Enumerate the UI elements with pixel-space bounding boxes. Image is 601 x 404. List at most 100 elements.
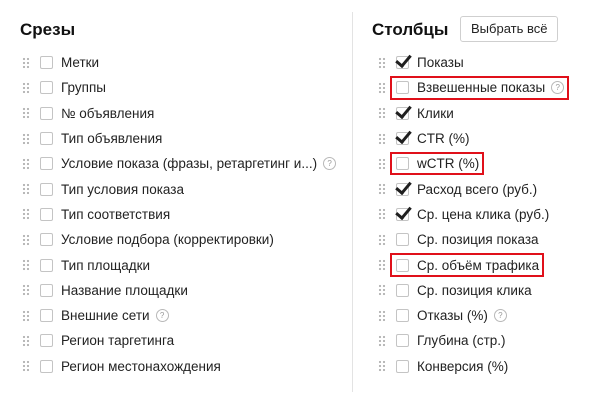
checkbox-checked[interactable] bbox=[396, 56, 409, 70]
checkbox[interactable] bbox=[40, 233, 53, 247]
slice-item-row[interactable]: Условие подбора (корректировки) bbox=[0, 227, 352, 252]
column-item-label: Ср. позиция показа bbox=[417, 232, 539, 248]
slice-item-label: Тип соответствия bbox=[61, 206, 171, 222]
slice-item-label: № объявления bbox=[61, 105, 155, 121]
checkbox[interactable] bbox=[40, 258, 53, 272]
drag-handle-icon[interactable] bbox=[22, 208, 30, 221]
slice-item-row[interactable]: Регион местонахождения bbox=[0, 354, 352, 379]
slices-list: Метки Группы № объявления Тип объявления Усл… bbox=[0, 50, 352, 379]
slice-item-row[interactable]: Тип объявления bbox=[0, 126, 352, 151]
checkbox[interactable] bbox=[40, 309, 53, 323]
drag-handle-icon[interactable] bbox=[378, 183, 386, 196]
drag-handle-icon[interactable] bbox=[22, 233, 30, 246]
drag-handle-icon[interactable] bbox=[22, 81, 30, 94]
drag-handle-icon[interactable] bbox=[378, 334, 386, 347]
slice-item-row[interactable]: № объявления bbox=[0, 101, 352, 126]
column-item-row[interactable]: Ср. цена клика (руб.) bbox=[353, 202, 601, 227]
drag-handle-icon[interactable] bbox=[22, 132, 30, 145]
column-item-row[interactable]: Ср. объём трафика bbox=[353, 252, 601, 277]
checkbox[interactable] bbox=[396, 258, 409, 272]
column-item-row[interactable]: CTR (%) bbox=[353, 126, 601, 151]
checkbox[interactable] bbox=[396, 309, 409, 323]
slice-item-row[interactable]: Метки bbox=[0, 50, 352, 75]
column-item-label: Отказы (%) bbox=[417, 308, 488, 324]
checkbox-checked[interactable] bbox=[396, 132, 409, 146]
checkbox[interactable] bbox=[40, 283, 53, 297]
checkbox-checked[interactable] bbox=[396, 207, 409, 221]
checkbox[interactable] bbox=[40, 132, 53, 146]
column-item-row[interactable]: Конверсия (%) bbox=[353, 354, 601, 379]
drag-handle-icon[interactable] bbox=[378, 233, 386, 246]
drag-handle-icon[interactable] bbox=[378, 81, 386, 94]
checkbox-checked[interactable] bbox=[396, 182, 409, 196]
column-item-row[interactable]: Клики bbox=[353, 101, 601, 126]
slice-item-row[interactable]: Тип условия показа bbox=[0, 176, 352, 201]
checkbox[interactable] bbox=[40, 81, 53, 95]
column-item-row[interactable]: Показы bbox=[353, 50, 601, 75]
drag-handle-icon[interactable] bbox=[22, 183, 30, 196]
drag-handle-icon[interactable] bbox=[22, 56, 30, 69]
drag-handle-icon[interactable] bbox=[378, 360, 386, 373]
slice-item-row[interactable]: Название площадки bbox=[0, 278, 352, 303]
checkbox[interactable] bbox=[396, 334, 409, 348]
column-item-row[interactable]: Ср. позиция показа bbox=[353, 227, 601, 252]
drag-handle-icon[interactable] bbox=[22, 157, 30, 170]
column-item-label: Ср. позиция клика bbox=[417, 282, 532, 298]
slice-item-row[interactable]: Группы bbox=[0, 75, 352, 100]
column-item-row[interactable]: Ср. позиция клика bbox=[353, 278, 601, 303]
drag-handle-icon[interactable] bbox=[22, 107, 30, 120]
checkbox[interactable] bbox=[40, 207, 53, 221]
columns-panel: Столбцы Выбрать всё Показы Взвешенные пок… bbox=[353, 0, 601, 404]
drag-handle-icon[interactable] bbox=[378, 208, 386, 221]
slice-item-row[interactable]: Тип площадки bbox=[0, 252, 352, 277]
checkbox[interactable] bbox=[40, 182, 53, 196]
drag-handle-icon[interactable] bbox=[378, 259, 386, 272]
checkbox[interactable] bbox=[40, 106, 53, 120]
select-all-button[interactable]: Выбрать всё bbox=[460, 16, 559, 42]
question-circle-icon[interactable]: ? bbox=[551, 81, 565, 95]
column-item-label: Клики bbox=[417, 105, 454, 121]
drag-handle-icon[interactable] bbox=[378, 56, 386, 69]
checkbox[interactable] bbox=[396, 81, 409, 95]
checkbox[interactable] bbox=[40, 359, 53, 373]
drag-handle-icon[interactable] bbox=[22, 309, 30, 322]
checkbox[interactable] bbox=[396, 157, 409, 171]
checkbox-checked[interactable] bbox=[396, 106, 409, 120]
drag-handle-icon[interactable] bbox=[378, 157, 386, 170]
checkbox[interactable] bbox=[396, 283, 409, 297]
drag-handle-icon[interactable] bbox=[22, 334, 30, 347]
slices-title: Срезы bbox=[20, 20, 76, 39]
column-item-row[interactable]: Взвешенные показы? bbox=[353, 75, 601, 100]
column-item-row[interactable]: Глубина (стр.) bbox=[353, 328, 601, 353]
slice-item-label: Метки bbox=[61, 55, 100, 71]
slice-item-row[interactable]: Внешние сети? bbox=[0, 303, 352, 328]
question-circle-icon[interactable]: ? bbox=[323, 157, 337, 171]
drag-handle-icon[interactable] bbox=[378, 284, 386, 297]
slice-item-label: Тип площадки bbox=[61, 257, 151, 273]
column-item-row[interactable]: wCTR (%) bbox=[353, 151, 601, 176]
drag-handle-icon[interactable] bbox=[378, 309, 386, 322]
drag-handle-icon[interactable] bbox=[22, 284, 30, 297]
drag-handle-icon[interactable] bbox=[378, 107, 386, 120]
checkbox[interactable] bbox=[396, 233, 409, 247]
column-item-label: Взвешенные показы bbox=[417, 80, 546, 96]
checkbox[interactable] bbox=[396, 359, 409, 373]
slice-item-row[interactable]: Условие показа (фразы, ретаргетинг и...)… bbox=[0, 151, 352, 176]
slice-item-label: Внешние сети bbox=[61, 308, 150, 324]
column-item-row[interactable]: Расход всего (руб.) bbox=[353, 176, 601, 201]
drag-handle-icon[interactable] bbox=[22, 360, 30, 373]
column-item-label: Конверсия (%) bbox=[417, 358, 509, 374]
question-circle-icon[interactable]: ? bbox=[155, 309, 169, 323]
question-circle-icon[interactable]: ? bbox=[493, 309, 507, 323]
slice-item-row[interactable]: Тип соответствия bbox=[0, 202, 352, 227]
slices-panel: Срезы Метки Группы № объявления Тип объявле… bbox=[0, 0, 352, 404]
checkbox[interactable] bbox=[40, 334, 53, 348]
checkbox[interactable] bbox=[40, 157, 53, 171]
drag-handle-icon[interactable] bbox=[22, 259, 30, 272]
slice-item-label: Регион местонахождения bbox=[61, 358, 221, 374]
slice-item-row[interactable]: Регион таргетинга bbox=[0, 328, 352, 353]
column-item-row[interactable]: Отказы (%)? bbox=[353, 303, 601, 328]
checkbox[interactable] bbox=[40, 56, 53, 70]
drag-handle-icon[interactable] bbox=[378, 132, 386, 145]
column-item-label: Показы bbox=[417, 55, 464, 71]
